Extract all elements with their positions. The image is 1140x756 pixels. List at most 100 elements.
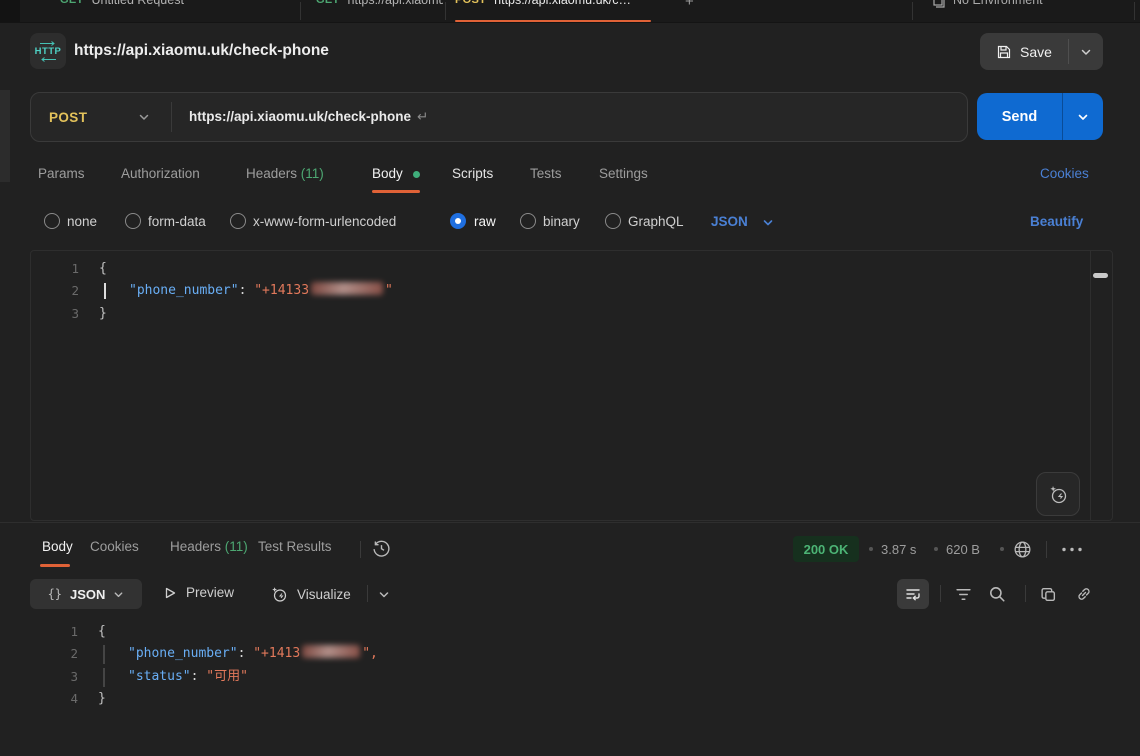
request-tab-active[interactable]: POST https://api.xiaomu.uk/c… — [455, 0, 655, 22]
tab-scripts[interactable]: Scripts — [452, 166, 493, 181]
arrow-left-icon — [39, 57, 57, 62]
response-format-dropdown[interactable]: {} JSON — [30, 579, 142, 609]
method-selector[interactable]: POST — [49, 110, 87, 125]
braces-icon: {} — [48, 587, 62, 601]
radio-binary[interactable] — [520, 213, 536, 229]
search-icon[interactable] — [988, 585, 1006, 603]
send-options-button[interactable] — [1063, 93, 1103, 140]
code-line: 2 "phone_number": "+14133" — [31, 280, 1112, 302]
enter-hint: ↵ — [417, 109, 428, 124]
radio-binary-label[interactable]: binary — [543, 214, 580, 229]
visualize-button[interactable]: Visualize — [270, 585, 351, 603]
response-history-icon[interactable] — [372, 539, 391, 558]
tab-tests[interactable]: Tests — [530, 166, 562, 181]
filter-icon[interactable] — [955, 587, 972, 602]
line-number: 3 — [30, 666, 89, 688]
headers-count: (11) — [225, 539, 248, 554]
postbot-button[interactable] — [1036, 472, 1080, 516]
request-title: https://api.xiaomu.uk/check-phone — [74, 42, 329, 60]
visualize-chevron-icon[interactable] — [378, 589, 390, 601]
preview-button[interactable]: Preview — [163, 585, 234, 600]
save-label: Save — [1020, 44, 1052, 60]
status-badge: 200 OK — [793, 536, 859, 562]
headers-count: (11) — [301, 166, 324, 181]
body-type-options: none form-data x-www-form-urlencoded raw… — [0, 206, 1140, 238]
divider — [367, 585, 368, 602]
link-icon[interactable] — [1075, 585, 1093, 603]
response-size: 620 B — [946, 542, 980, 557]
save-options-button[interactable] — [1069, 33, 1103, 70]
new-tab-button[interactable]: + — [685, 0, 694, 10]
request-tab-1[interactable]: GET Untitled Request — [60, 0, 298, 22]
tab-method-badge: GET — [60, 0, 84, 6]
wrap-text-button[interactable] — [897, 579, 929, 609]
network-globe-icon[interactable] — [1012, 539, 1033, 560]
radio-urlencoded-label[interactable]: x-www-form-urlencoded — [253, 214, 396, 229]
active-tab-underline — [455, 20, 651, 23]
save-button[interactable]: Save — [980, 33, 1103, 70]
http-protocol-badge: HTTP — [30, 33, 66, 69]
language-chevron-icon[interactable] — [762, 217, 774, 229]
active-tab-underline — [40, 564, 70, 567]
tab-title: https://api.xiaomu.uk/… — [348, 0, 443, 7]
response-body-viewer: 1 { 2 "phone_number": "+1413", 3 "status… — [30, 616, 1113, 756]
tab-title: Untitled Request — [92, 0, 184, 7]
arrow-right-icon — [39, 41, 57, 46]
response-toolbar: {} JSON Preview Visualize — [0, 578, 1140, 610]
method-chevron-icon[interactable] — [138, 111, 150, 123]
copy-icon[interactable] — [1040, 586, 1057, 603]
tab-headers[interactable]: Headers (11) — [246, 166, 324, 181]
radio-none-label[interactable]: none — [67, 214, 97, 229]
radio-raw-label[interactable]: raw — [474, 214, 496, 229]
postbot-sparkle-icon — [1047, 483, 1069, 505]
radio-none[interactable] — [44, 213, 60, 229]
response-tab-test-results[interactable]: Test Results — [258, 539, 332, 554]
json-value-prefix: "+14133 — [254, 283, 309, 298]
wrap-text-icon — [904, 585, 922, 603]
divider — [1046, 541, 1047, 558]
response-tab-body[interactable]: Body — [42, 539, 73, 554]
request-body-editor[interactable]: 1 { 2 "phone_number": "+14133" 3 } — [30, 250, 1113, 521]
url-input[interactable]: https://api.xiaomu.uk/check-phone↵ — [189, 109, 428, 125]
language-selector[interactable]: JSON — [711, 214, 748, 229]
tab-body[interactable]: Body — [372, 166, 403, 181]
editor-scrollbar-track[interactable] — [1090, 251, 1112, 520]
json-value: "可用" — [206, 669, 248, 684]
indent-guide — [103, 668, 105, 687]
radio-raw[interactable] — [450, 213, 466, 229]
tab-method-badge: GET — [316, 0, 340, 6]
radio-form-data-label[interactable]: form-data — [148, 214, 206, 229]
chevron-down-icon — [113, 589, 124, 600]
protocol-label: HTTP — [35, 47, 62, 56]
radio-urlencoded[interactable] — [230, 213, 246, 229]
dot-separator — [1000, 547, 1004, 551]
save-icon — [996, 44, 1012, 60]
response-tab-headers[interactable]: Headers (11) — [170, 539, 248, 554]
more-options-icon[interactable] — [1060, 546, 1084, 553]
tab-divider — [300, 2, 301, 20]
radio-graphql-label[interactable]: GraphQL — [628, 214, 684, 229]
cookies-link[interactable]: Cookies — [1040, 166, 1089, 181]
tab-title: https://api.xiaomu.uk/c… — [494, 0, 631, 7]
response-time: 3.87 s — [881, 542, 916, 557]
send-button[interactable]: Send — [977, 93, 1103, 140]
environment-selector[interactable]: No Environment — [932, 0, 1043, 22]
tab-params[interactable]: Params — [38, 166, 85, 181]
editor-scrollbar-thumb[interactable] — [1093, 273, 1108, 278]
beautify-link[interactable]: Beautify — [1030, 214, 1083, 229]
radio-form-data[interactable] — [125, 213, 141, 229]
divider — [940, 585, 941, 602]
tab-authorization[interactable]: Authorization — [121, 166, 200, 181]
topbar-divider — [912, 2, 913, 20]
radio-graphql[interactable] — [605, 213, 621, 229]
response-tab-cookies[interactable]: Cookies — [90, 539, 139, 554]
line-number: 3 — [31, 303, 90, 325]
tab-settings[interactable]: Settings — [599, 166, 648, 181]
code-line: 2 "phone_number": "+1413", — [30, 643, 1113, 665]
request-tab-2[interactable]: GET https://api.xiaomu.uk/… — [316, 0, 443, 22]
divider — [360, 541, 361, 558]
environment-icon — [932, 0, 946, 22]
send-label: Send — [977, 93, 1062, 140]
close-brace: } — [98, 691, 106, 706]
code-line: 4 } — [30, 688, 1113, 710]
